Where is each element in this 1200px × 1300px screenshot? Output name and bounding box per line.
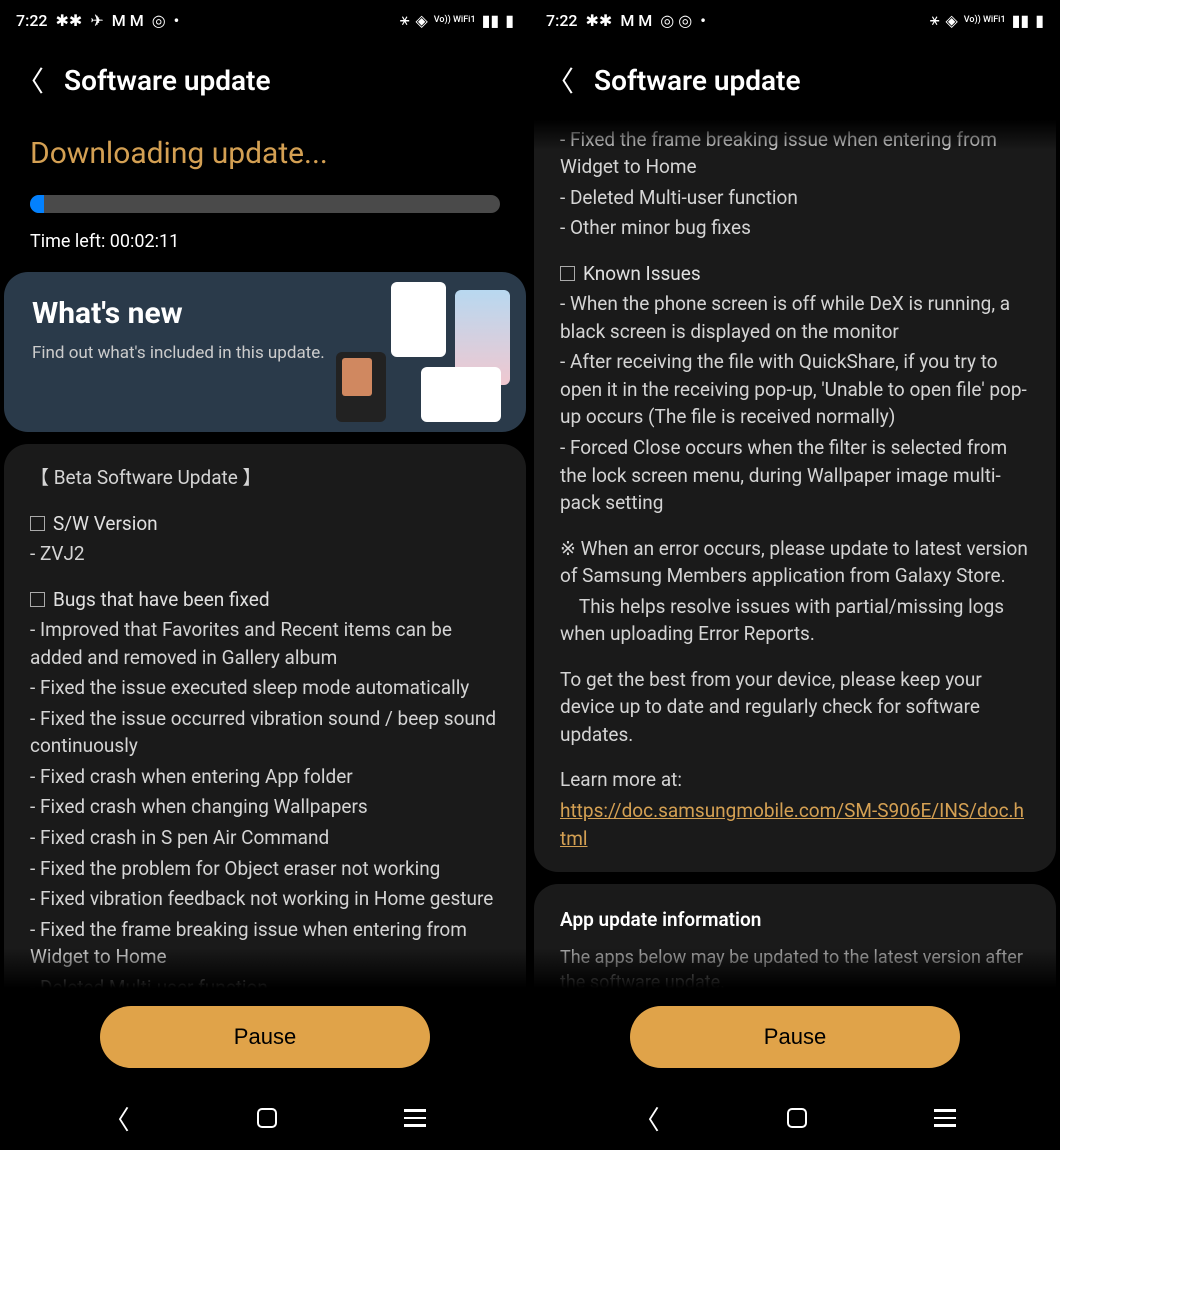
bluetooth-icon: ⚹ — [400, 10, 410, 30]
more-icon: • — [174, 11, 180, 30]
page-header: 〈 Software update — [530, 40, 1060, 120]
nav-home-button[interactable] — [257, 1108, 277, 1128]
bug-item: - Improved that Favorites and Recent ite… — [30, 616, 500, 671]
slack-icon: ✱✱ — [56, 11, 83, 30]
scroll-area[interactable]: - Fixed vibration feedback not working i… — [530, 120, 1060, 988]
mail-icon: M M — [620, 11, 652, 30]
mail-icon: M M — [112, 11, 144, 30]
whats-new-card[interactable]: What's new Find out what's included in t… — [4, 272, 526, 432]
volte-icon: Vo)) WiFi1 — [964, 16, 1006, 25]
page-title: Software update — [64, 64, 271, 97]
bug-item: - Fixed vibration feedback not working i… — [560, 120, 1030, 123]
bug-item: - Deleted Multi-user function — [560, 184, 1030, 212]
bug-item: - Fixed the problem for Object eraser no… — [30, 855, 500, 883]
checkbox-icon — [30, 592, 45, 607]
bluetooth-icon: ⚹ — [930, 10, 940, 30]
download-progress-bar — [30, 195, 500, 213]
phone-screenshot-right: 7:22 ✱✱ M M ◎ ◎ • ⚹ ◈ Vo)) WiFi1 ▮▮ ▮ 〈 … — [530, 0, 1060, 1150]
status-time: 7:22 — [16, 11, 48, 30]
signal-icon: ▮▮ — [482, 11, 500, 30]
more-icon: • — [700, 11, 706, 30]
checkbox-icon — [30, 516, 45, 531]
known-issues-label: Known Issues — [583, 260, 701, 288]
slack-icon: ✱✱ — [586, 11, 613, 30]
volte-icon: Vo)) WiFi1 — [434, 16, 476, 25]
battery-icon: ▮ — [1035, 11, 1044, 30]
known-issue-item: - Forced Close occurs when the filter is… — [560, 434, 1030, 517]
status-bar: 7:22 ✱✱ M M ◎ ◎ • ⚹ ◈ Vo)) WiFi1 ▮▮ ▮ — [530, 0, 1060, 40]
nav-home-button[interactable] — [787, 1108, 807, 1128]
bug-item: - Fixed crash when entering App folder — [30, 763, 500, 791]
notes-footer: This helps resolve issues with partial/m… — [560, 593, 1030, 648]
nav-recents-button[interactable] — [404, 1109, 426, 1127]
bug-item: - Fixed crash in S pen Air Command — [30, 824, 500, 852]
bugs-fixed-label: Bugs that have been fixed — [53, 586, 270, 614]
bug-item: - Other minor bug fixes — [560, 214, 1030, 242]
release-notes-card: - Fixed vibration feedback not working i… — [534, 120, 1056, 872]
download-progress-fill — [30, 195, 44, 213]
status-time: 7:22 — [546, 11, 578, 30]
learn-more-label: Learn more at: — [560, 766, 1030, 794]
instagram-icon: ◎ — [152, 11, 166, 30]
nav-back-button[interactable]: 〈 — [104, 1100, 130, 1137]
instagram-icon: ◎ ◎ — [660, 11, 692, 30]
pause-button[interactable]: Pause — [630, 1006, 960, 1068]
back-button[interactable]: 〈 — [546, 60, 574, 100]
known-issue-item: - After receiving the file with QuickSha… — [560, 348, 1030, 431]
nav-recents-button[interactable] — [934, 1109, 956, 1127]
bug-item: - Fixed crash when changing Wallpapers — [30, 793, 500, 821]
page-title: Software update — [594, 64, 801, 97]
sw-version-value: - ZVJ2 — [30, 540, 500, 568]
page-header: 〈 Software update — [0, 40, 530, 120]
bottom-button-area: Pause — [0, 988, 530, 1086]
bug-item: - Fixed the frame breaking issue when en… — [560, 126, 1030, 181]
bug-item: - Fixed the frame breaking issue when en… — [30, 916, 500, 971]
notes-footer: ※ When an error occurs, please update to… — [560, 535, 1030, 590]
scroll-area[interactable]: Downloading update... Time left: 00:02:1… — [0, 120, 530, 988]
wifi-icon: ◈ — [415, 11, 427, 30]
signal-icon: ▮▮ — [1012, 11, 1030, 30]
app-update-info-title: App update information — [560, 908, 1030, 931]
bottom-button-area: Pause — [530, 988, 1060, 1086]
bug-item: - Fixed vibration feedback not working i… — [30, 885, 500, 913]
nav-back-button[interactable]: 〈 — [634, 1100, 660, 1137]
learn-more-link[interactable]: https://doc.samsungmobile.com/SM-S906E/I… — [560, 799, 1024, 850]
pause-button[interactable]: Pause — [100, 1006, 430, 1068]
wifi-icon: ◈ — [945, 11, 957, 30]
notes-heading: 【 Beta Software Update 】 — [30, 464, 500, 492]
sw-version-label: S/W Version — [53, 510, 158, 538]
bug-item: - Fixed the issue executed sleep mode au… — [30, 674, 500, 702]
back-button[interactable]: 〈 — [16, 60, 44, 100]
bug-item: - Fixed the issue occurred vibration sou… — [30, 705, 500, 760]
device-illustration — [336, 282, 516, 422]
bug-item: - Deleted Multi-user function — [30, 974, 500, 988]
checkbox-icon — [560, 266, 575, 281]
telegram-icon: ✈ — [90, 11, 103, 30]
download-section: Downloading update... Time left: 00:02:1… — [0, 120, 530, 260]
app-update-info-desc: The apps below may be updated to the lat… — [560, 945, 1030, 988]
phone-screenshot-left: 7:22 ✱✱ ✈ M M ◎ • ⚹ ◈ Vo)) WiFi1 ▮▮ ▮ 〈 … — [0, 0, 530, 1150]
notes-footer: To get the best from your device, please… — [560, 666, 1030, 749]
navigation-bar: 〈 — [530, 1086, 1060, 1150]
release-notes-card: 【 Beta Software Update 】 S/W Version - Z… — [4, 444, 526, 988]
known-issue-item: - When the phone screen is off while DeX… — [560, 290, 1030, 345]
status-bar: 7:22 ✱✱ ✈ M M ◎ • ⚹ ◈ Vo)) WiFi1 ▮▮ ▮ — [0, 0, 530, 40]
download-time-left: Time left: 00:02:11 — [30, 231, 500, 252]
download-status-title: Downloading update... — [30, 136, 500, 171]
app-update-info-card: App update information The apps below ma… — [534, 884, 1056, 988]
navigation-bar: 〈 — [0, 1086, 530, 1150]
battery-icon: ▮ — [505, 11, 514, 30]
